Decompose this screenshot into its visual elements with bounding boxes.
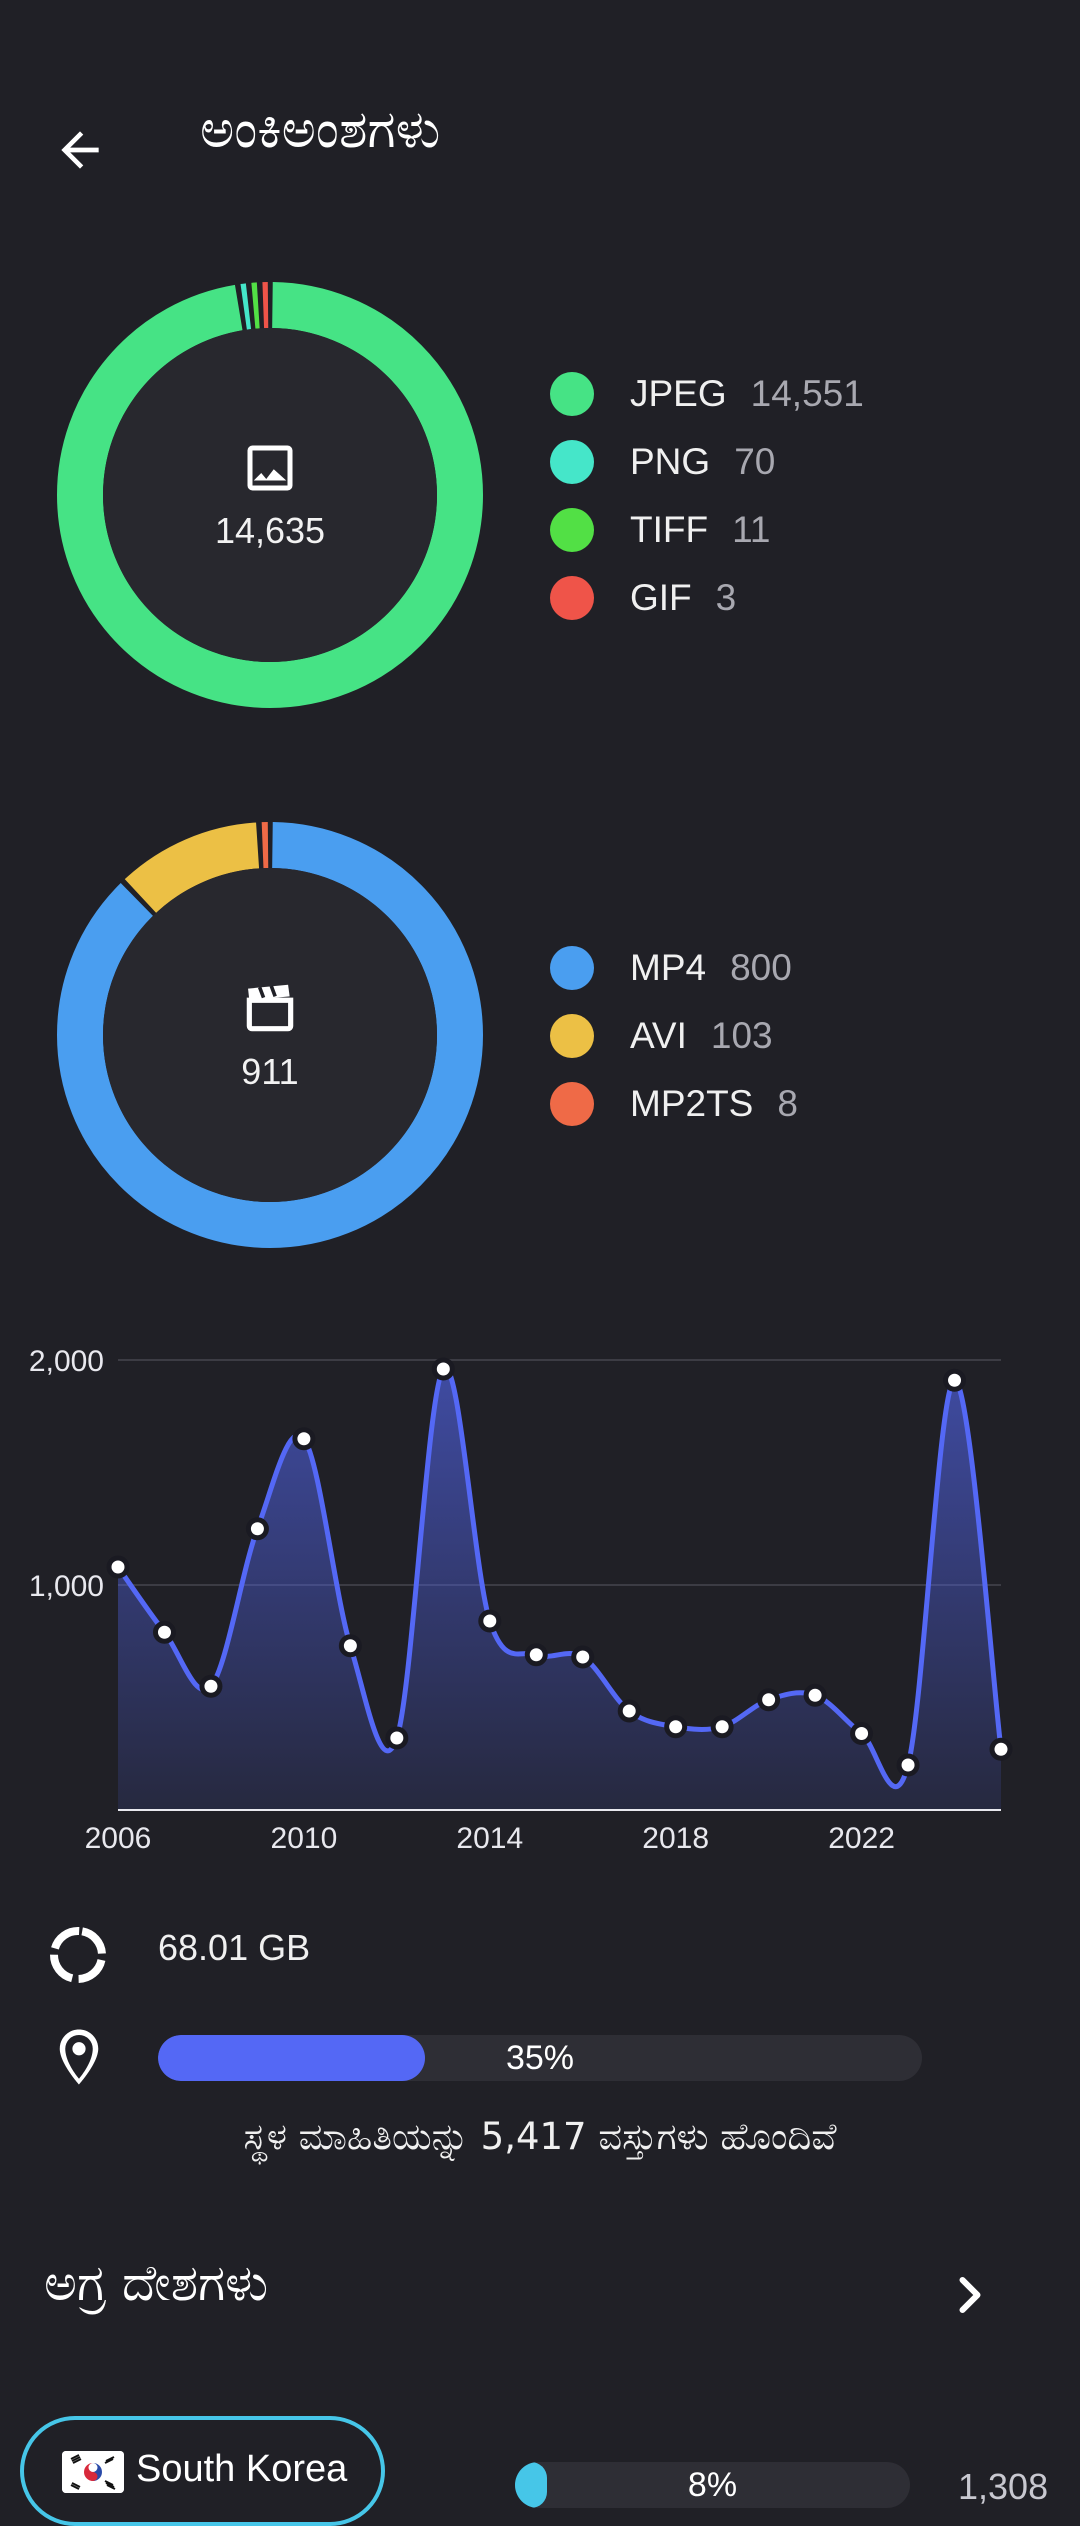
x-tick-label: 2018	[642, 1822, 709, 1855]
image-types-legend: JPEG 14,551 PNG 70 TIFF 11 GIF 3	[550, 360, 864, 632]
country-count: 1,308	[958, 2466, 1049, 2507]
image-total-count: 14,635	[214, 510, 326, 551]
arrow-left-icon	[61, 131, 99, 169]
legend-label: MP2TS	[630, 1083, 754, 1124]
legend-item[interactable]: GIF 3	[550, 564, 864, 632]
country-row: South Korea 8% 1,308	[0, 2410, 1080, 2526]
app-header: ಅಂಕಿಅಂಶಗಳು	[0, 0, 1080, 270]
legend-label: GIF	[630, 577, 692, 618]
country-percent: 8%	[687, 2466, 738, 2504]
location-pin-icon	[59, 2029, 99, 2085]
chevron-right-icon	[959, 2277, 981, 2313]
legend-dot	[550, 508, 594, 552]
data-point[interactable]	[943, 1368, 967, 1392]
data-point[interactable]	[338, 1634, 362, 1658]
y-tick-label: 2,000	[29, 1345, 104, 1378]
data-point[interactable]	[896, 1753, 920, 1777]
legend-dot	[550, 372, 594, 416]
legend-count: 103	[710, 1015, 773, 1056]
legend-item[interactable]: MP2TS 8	[550, 1070, 798, 1138]
legend-dot	[550, 946, 594, 990]
location-percent: 35%	[505, 2039, 575, 2077]
legend-count: 70	[734, 441, 776, 482]
storage-pie-icon	[50, 1927, 106, 1983]
legend-count: 8	[777, 1083, 798, 1124]
data-point[interactable]	[571, 1645, 595, 1669]
video-types-legend: MP4 800 AVI 103 MP2TS 8	[550, 934, 798, 1138]
legend-item[interactable]: TIFF 11	[550, 496, 864, 564]
data-point[interactable]	[199, 1674, 223, 1698]
storage-row: 68.01 GB	[0, 1905, 1080, 1995]
image-icon	[247, 445, 293, 491]
legend-label: JPEG	[630, 373, 727, 414]
south-korea-flag-icon	[62, 2451, 124, 2493]
legend-item[interactable]: AVI 103	[550, 1002, 798, 1070]
data-point[interactable]	[106, 1555, 130, 1579]
legend-item[interactable]: MP4 800	[550, 934, 798, 1002]
country-name: South Korea	[136, 2448, 348, 2490]
x-tick-label: 2022	[828, 1822, 895, 1855]
legend-count: 800	[730, 947, 792, 988]
legend-count: 14,551	[750, 373, 864, 414]
country-chip[interactable]: South Korea	[20, 2416, 385, 2526]
data-point[interactable]	[757, 1688, 781, 1712]
data-point[interactable]	[385, 1726, 409, 1750]
legend-label: MP4	[630, 947, 707, 988]
x-tick-label: 2014	[456, 1822, 523, 1855]
clapperboard-icon	[246, 984, 294, 1032]
legend-label: AVI	[630, 1015, 687, 1056]
data-point[interactable]	[478, 1609, 502, 1633]
legend-label: TIFF	[630, 509, 709, 550]
legend-dot	[550, 440, 594, 484]
data-point[interactable]	[803, 1683, 827, 1707]
legend-count: 11	[732, 509, 771, 550]
x-tick-label: 2006	[85, 1822, 152, 1855]
legend-item[interactable]: PNG 70	[550, 428, 864, 496]
location-progress-bar: 35%	[158, 2035, 922, 2081]
storage-size: 68.01 GB	[158, 1927, 311, 1968]
top-countries-header[interactable]: ಅಗ್ರ ದೇಶಗಳು	[0, 2240, 1080, 2340]
data-point[interactable]	[710, 1715, 734, 1739]
country-progress-bar: 8%	[515, 2462, 910, 2508]
data-point[interactable]	[152, 1620, 176, 1644]
section-title: ಅಗ್ರ ದೇಶಗಳು	[44, 2254, 269, 2312]
legend-count: 3	[715, 577, 737, 618]
legend-dot	[550, 1014, 594, 1058]
legend-item[interactable]: JPEG 14,551	[550, 360, 864, 428]
data-point[interactable]	[664, 1715, 688, 1739]
data-point[interactable]	[989, 1737, 1013, 1761]
back-button[interactable]	[40, 110, 120, 190]
legend-dot	[550, 1082, 594, 1126]
data-point[interactable]	[431, 1357, 455, 1381]
timeline-chart[interactable]: 2006 2010 2014 2018 2022 1,000 2,000	[0, 1320, 1080, 1860]
data-point[interactable]	[292, 1427, 316, 1451]
y-tick-label: 1,000	[29, 1570, 104, 1603]
video-total-count: 911	[241, 1051, 299, 1092]
image-types-donut[interactable]: 14,635	[55, 280, 485, 710]
legend-label: PNG	[630, 441, 711, 482]
data-point[interactable]	[245, 1517, 269, 1541]
page-title: ಅಂಕಿಅಂಶಗಳು	[200, 100, 441, 160]
data-point[interactable]	[524, 1643, 548, 1667]
data-point[interactable]	[850, 1722, 874, 1745]
legend-dot	[550, 576, 594, 620]
location-row: 35%	[0, 2020, 1080, 2100]
timeline-svg: 2006 2010 2014 2018 2022 1,000 2,000	[29, 1345, 1013, 1855]
video-types-donut[interactable]: 911	[55, 820, 485, 1250]
location-caption: ಸ್ಥಳ ಮಾಹಿತಿಯನ್ನು 5,417 ವಸ್ತುಗಳು ಹೊಂದಿವೆ	[243, 2115, 837, 2158]
data-point[interactable]	[617, 1699, 641, 1723]
x-tick-label: 2010	[271, 1822, 338, 1855]
